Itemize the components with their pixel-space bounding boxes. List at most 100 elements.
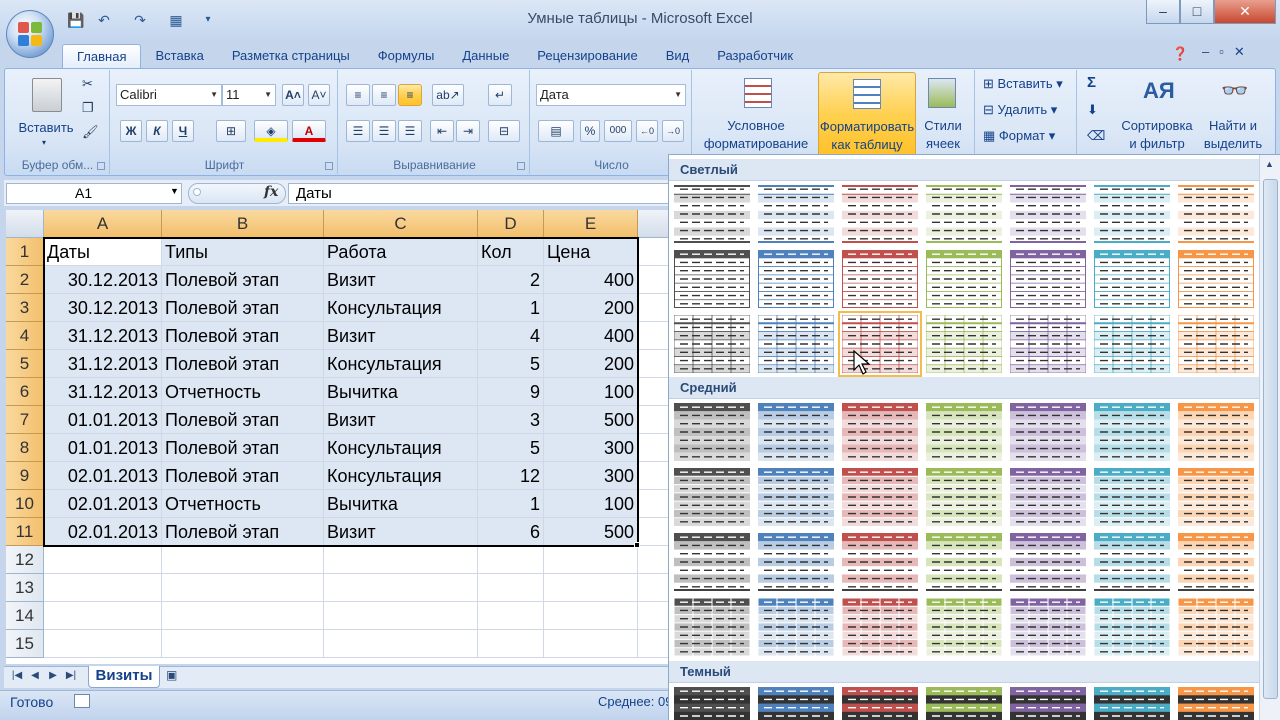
table-style-swatch[interactable]: [1010, 687, 1086, 720]
table-cell[interactable]: [162, 602, 324, 630]
table-cell[interactable]: Полевой этап: [162, 294, 324, 322]
conditional-formatting-button[interactable]: Условное форматирование: [702, 70, 810, 154]
table-cell[interactable]: Визит: [324, 266, 478, 294]
table-style-swatch[interactable]: [758, 687, 834, 720]
table-cell[interactable]: [324, 574, 478, 602]
table-style-swatch[interactable]: [1178, 250, 1254, 308]
column-header[interactable]: C: [324, 210, 478, 238]
row-header[interactable]: 11: [6, 518, 44, 546]
table-cell[interactable]: 500: [544, 406, 638, 434]
table-cell[interactable]: [478, 574, 544, 602]
table-cell[interactable]: [638, 294, 668, 322]
table-style-swatch[interactable]: [842, 468, 918, 526]
align-center-icon[interactable]: ☰: [372, 120, 396, 142]
row-header[interactable]: 15: [6, 630, 44, 658]
table-style-swatch[interactable]: [758, 468, 834, 526]
table-cell[interactable]: 200: [544, 350, 638, 378]
table-cell[interactable]: [638, 518, 668, 546]
tab-7[interactable]: Разработчик: [703, 44, 807, 68]
table-cell[interactable]: [478, 602, 544, 630]
table-style-swatch[interactable]: [1178, 687, 1254, 720]
table-cell[interactable]: Визит: [324, 518, 478, 546]
align-middle-icon[interactable]: ≡: [372, 84, 396, 106]
table-cell[interactable]: [162, 546, 324, 574]
table-cell[interactable]: 500: [544, 518, 638, 546]
table-cell[interactable]: Типы: [162, 238, 324, 266]
table-cell[interactable]: [544, 630, 638, 658]
table-cell[interactable]: 30.12.2013: [44, 266, 162, 294]
row-header[interactable]: 6: [6, 378, 44, 406]
table-style-swatch[interactable]: [674, 468, 750, 526]
table-cell[interactable]: [544, 574, 638, 602]
table-cell[interactable]: Полевой этап: [162, 350, 324, 378]
table-style-swatch[interactable]: [1010, 533, 1086, 591]
table-cell[interactable]: [638, 266, 668, 294]
table-cell[interactable]: [162, 574, 324, 602]
tab-1[interactable]: Вставка: [141, 44, 217, 68]
bold-button[interactable]: Ж: [120, 120, 142, 142]
borders-icon[interactable]: ⊞: [216, 120, 246, 142]
table-style-swatch[interactable]: [926, 598, 1002, 656]
row-header[interactable]: 2: [6, 266, 44, 294]
table-cell[interactable]: Цена: [544, 238, 638, 266]
formula-input[interactable]: Даты: [288, 183, 670, 204]
table-cell[interactable]: 5: [478, 350, 544, 378]
table-style-swatch[interactable]: [1094, 403, 1170, 461]
row-header[interactable]: 5: [6, 350, 44, 378]
font-size-combo[interactable]: 11 ▼: [222, 84, 276, 106]
table-cell[interactable]: 01.01.2013: [44, 434, 162, 462]
row-header[interactable]: 4: [6, 322, 44, 350]
number-format-combo[interactable]: Дата ▼: [536, 84, 686, 106]
table-cell[interactable]: 5: [478, 434, 544, 462]
row-header[interactable]: 3: [6, 294, 44, 322]
column-header[interactable]: B: [162, 210, 324, 238]
insert-sheet-icon[interactable]: ▣: [166, 668, 188, 686]
table-style-swatch[interactable]: [1010, 315, 1086, 373]
minimize-button[interactable]: –: [1146, 0, 1180, 24]
gallery-scroll-up-icon[interactable]: ▲: [1265, 159, 1274, 169]
table-style-swatch[interactable]: [1094, 185, 1170, 243]
office-button[interactable]: [6, 10, 54, 58]
table-cell[interactable]: [544, 546, 638, 574]
table-style-swatch[interactable]: [926, 533, 1002, 591]
table-style-swatch[interactable]: [842, 403, 918, 461]
font-color-icon[interactable]: A: [292, 120, 326, 142]
table-style-swatch[interactable]: [758, 185, 834, 243]
format-painter-icon[interactable]: 🖌: [82, 124, 99, 140]
table-cell[interactable]: 3: [478, 406, 544, 434]
table-style-swatch[interactable]: [842, 185, 918, 243]
table-style-swatch[interactable]: [758, 315, 834, 373]
align-left-icon[interactable]: ☰: [346, 120, 370, 142]
table-cell[interactable]: 02.01.2013: [44, 518, 162, 546]
table-cell[interactable]: [638, 406, 668, 434]
font-dialog-launcher[interactable]: [325, 162, 333, 170]
table-cell[interactable]: Визит: [324, 406, 478, 434]
table-cell[interactable]: Полевой этап: [162, 266, 324, 294]
clipboard-dialog-launcher[interactable]: [97, 162, 105, 170]
table-cell[interactable]: [638, 546, 668, 574]
table-style-swatch[interactable]: [1178, 315, 1254, 373]
table-cell[interactable]: 31.12.2013: [44, 378, 162, 406]
table-cell[interactable]: Полевой этап: [162, 518, 324, 546]
insert-function-button[interactable]: fx: [264, 184, 278, 200]
maximize-button[interactable]: □: [1180, 0, 1214, 24]
table-cell[interactable]: Полевой этап: [162, 462, 324, 490]
row-header[interactable]: 14: [6, 602, 44, 630]
table-cell[interactable]: 1: [478, 490, 544, 518]
table-style-swatch[interactable]: [926, 185, 1002, 243]
table-style-swatch[interactable]: [674, 403, 750, 461]
table-cell[interactable]: 400: [544, 322, 638, 350]
table-style-swatch[interactable]: [674, 315, 750, 373]
table-cell[interactable]: [638, 238, 668, 266]
table-cell[interactable]: Работа: [324, 238, 478, 266]
decrease-indent-icon[interactable]: ⇤: [430, 120, 454, 142]
table-cell[interactable]: [324, 546, 478, 574]
find-select-button[interactable]: 👓 Найти и выделить: [1195, 70, 1271, 154]
column-header-blank[interactable]: [638, 210, 668, 238]
cell-styles-button[interactable]: Стили ячеек: [918, 70, 968, 154]
next-sheet-icon[interactable]: ▶: [46, 668, 60, 684]
first-sheet-icon[interactable]: |◀: [10, 668, 24, 684]
table-cell[interactable]: Полевой этап: [162, 406, 324, 434]
table-style-swatch[interactable]: [842, 687, 918, 720]
clear-icon[interactable]: ⌫: [1087, 128, 1105, 144]
